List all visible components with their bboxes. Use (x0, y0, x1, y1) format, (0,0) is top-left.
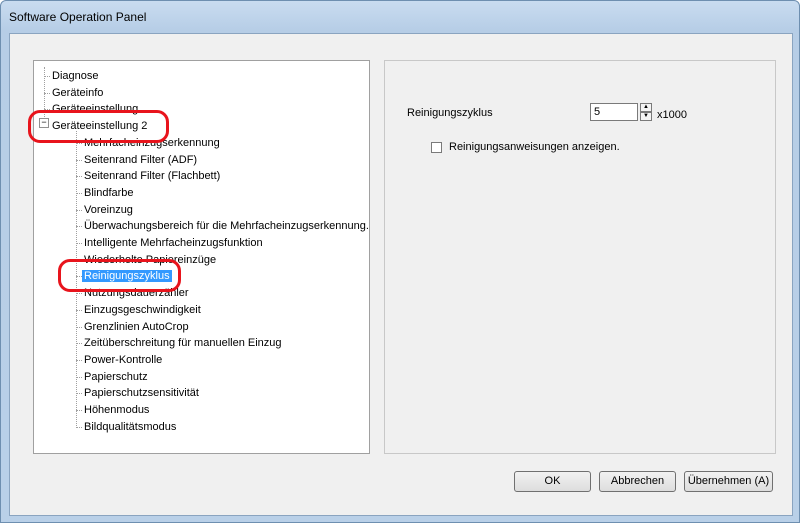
tree-item[interactable]: Überwachungsbereich für die Mehrfacheinz… (84, 218, 369, 234)
tree-item[interactable]: Grenzlinien AutoCrop (84, 319, 189, 335)
tree-item-label: Überwachungsbereich für die Mehrfacheinz… (84, 220, 369, 233)
cancel-button[interactable]: Abbrechen (599, 471, 676, 492)
tree-item[interactable]: Seitenrand Filter (Flachbett) (84, 168, 220, 184)
tree-connector (76, 176, 82, 178)
tree-item[interactable]: Blindfarbe (84, 185, 134, 201)
tree-item-label: Blindfarbe (84, 186, 134, 199)
tree-item[interactable]: Seitenrand Filter (ADF) (84, 152, 197, 168)
tree-item-label: Höhenmodus (84, 404, 150, 416)
tree-connector (44, 92, 50, 94)
tree-item-label: Zeitüberschreitung für manuellen Einzug (84, 337, 282, 350)
window-title: Software Operation Panel (9, 10, 147, 24)
tree-connector (76, 159, 82, 161)
tree-item-label: Diagnose (52, 70, 99, 82)
tree-connector (76, 243, 82, 244)
tree-item-label: Voreinzug (84, 203, 133, 216)
settings-panel: Reinigungszyklus 5 ▲ ▼ x1000 Reinigungsa… (384, 60, 776, 454)
tree-item-label: Einzugsgeschwindigkeit (84, 303, 201, 316)
tree-item-label: Seitenrand Filter (Flachbett) (84, 170, 221, 183)
tree-item[interactable]: Geräteinfo (52, 85, 103, 101)
tree-item-label: Grenzlinien AutoCrop (84, 320, 189, 333)
tree-connector (76, 226, 82, 228)
tree-item-label: Bildqualitätsmodus (84, 420, 177, 433)
tree-connector (76, 393, 82, 395)
tree-item-label: Power-Kontrolle (84, 353, 163, 366)
tree-connector (44, 76, 50, 77)
tree-connector (76, 309, 82, 311)
tree-item[interactable]: Zeitüberschreitung für manuellen Einzug (84, 335, 282, 351)
tree-connector (76, 326, 82, 328)
tree-connector (76, 343, 82, 345)
tree-item[interactable]: Papierschutzsensitivität (84, 385, 199, 401)
tree-item-label: Papierschutzsensitivität (84, 387, 199, 400)
cleaning-cycle-input[interactable]: 5 (590, 103, 638, 121)
tree-item-label: Seitenrand Filter (ADF) (84, 153, 198, 166)
tree-item[interactable]: Papierschutz (84, 369, 148, 385)
cleaning-cycle-label: Reinigungszyklus (407, 107, 493, 119)
tree-item-label: Papierschutz (84, 370, 148, 383)
tree-connector (76, 359, 82, 361)
software-operation-panel-window: Software Operation Panel Diagnose Gerätei… (0, 0, 800, 523)
tree-item[interactable]: Voreinzug (84, 202, 133, 218)
tree-item[interactable]: Einzugsgeschwindigkeit (84, 302, 201, 318)
title-bar[interactable]: Software Operation Panel (1, 1, 799, 32)
highlight-ring-device-settings-2 (28, 110, 169, 143)
spin-up-icon[interactable]: ▲ (640, 103, 652, 112)
show-instructions-label: Reinigungsanweisungen anzeigen. (449, 141, 620, 153)
apply-button[interactable]: Übernehmen (A) (684, 471, 773, 492)
tree-item-label: Geräteinfo (52, 86, 104, 99)
tree-connector (76, 410, 82, 411)
tree-item[interactable]: Diagnose (52, 68, 98, 84)
cleaning-cycle-unit: x1000 (657, 109, 687, 121)
show-instructions-checkbox[interactable] (431, 142, 442, 153)
tree-item[interactable]: Höhenmodus (84, 402, 149, 418)
tree-connector (76, 209, 82, 211)
cleaning-cycle-stepper[interactable]: ▲ ▼ (640, 103, 652, 121)
tree-item-label: Intelligente Mehrfacheinzugsfunktion (84, 237, 263, 249)
spin-down-icon[interactable]: ▼ (640, 112, 652, 121)
highlight-ring-cleaning-cycle (58, 259, 181, 292)
ok-button[interactable]: OK (514, 471, 591, 492)
tree-connector (76, 293, 82, 295)
tree-item[interactable]: Power-Kontrolle (84, 352, 162, 368)
tree-item[interactable]: Intelligente Mehrfacheinzugsfunktion (84, 235, 263, 251)
tree-connector (76, 376, 82, 378)
tree-connector (76, 426, 82, 428)
tree-item[interactable]: Bildqualitätsmodus (84, 419, 176, 435)
tree-connector (76, 192, 82, 194)
